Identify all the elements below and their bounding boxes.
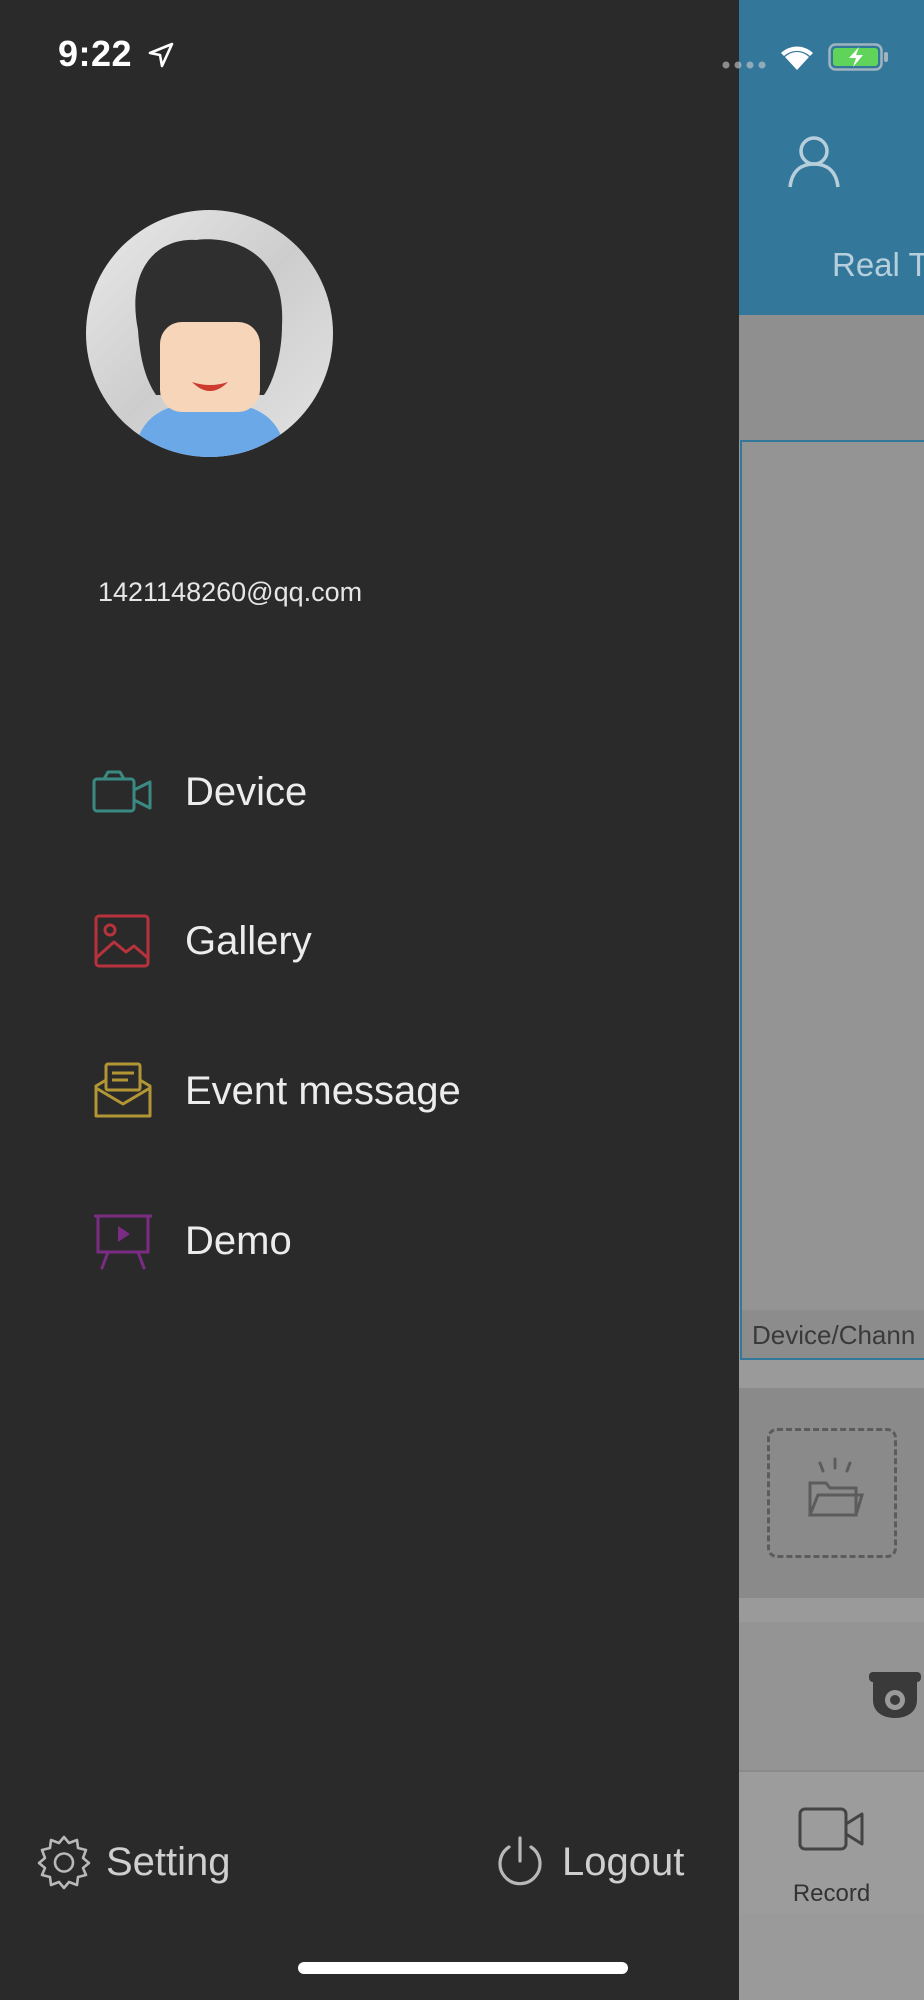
folder-icon xyxy=(807,1457,865,1517)
tab-real-time[interactable]: Real T xyxy=(832,246,924,284)
menu-label-demo: Demo xyxy=(185,1218,292,1263)
video-camera-icon xyxy=(92,770,152,813)
wifi-icon xyxy=(781,46,813,70)
toolbar-strip xyxy=(739,315,924,440)
setting-label: Setting xyxy=(106,1839,231,1884)
setting-button[interactable]: Setting xyxy=(36,1830,231,1894)
background-app: Real T Device/Chann Record xyxy=(739,0,924,2000)
home-indicator[interactable] xyxy=(298,1962,628,1974)
status-time: 9:22 xyxy=(58,33,133,74)
avatar-illustration xyxy=(86,210,333,457)
add-folder-button[interactable] xyxy=(767,1428,897,1558)
power-icon xyxy=(498,1836,542,1886)
channel-label: Device/Chann xyxy=(752,1320,916,1350)
logout-button[interactable]: Logout xyxy=(492,1830,684,1894)
avatar[interactable] xyxy=(86,210,333,457)
menu-label-gallery: Gallery xyxy=(185,918,312,963)
bottom-bar: Record xyxy=(739,1770,924,1914)
menu-item-demo[interactable]: Demo xyxy=(90,1196,650,1286)
menu-item-device[interactable]: Device xyxy=(90,747,650,837)
video-preview[interactable]: Device/Chann xyxy=(740,440,924,1360)
signal-icon xyxy=(722,61,766,69)
control-row xyxy=(739,1622,924,1770)
user-email: 1421148260@qq.com xyxy=(98,577,363,607)
add-device-panel xyxy=(739,1388,924,1598)
dome-camera-icon[interactable] xyxy=(867,1666,923,1722)
image-icon xyxy=(94,914,150,968)
envelope-icon xyxy=(94,1062,152,1118)
presentation-icon xyxy=(94,1214,152,1270)
menu-label-event-message: Event message xyxy=(185,1068,461,1113)
menu-item-gallery[interactable]: Gallery xyxy=(90,896,650,986)
battery-icon xyxy=(828,43,888,71)
record-icon[interactable] xyxy=(797,1802,865,1856)
channel-bar: Device/Chann xyxy=(742,1310,924,1358)
record-label: Record xyxy=(792,1880,871,1907)
menu-label-device: Device xyxy=(185,769,308,814)
menu-item-event-message[interactable]: Event message xyxy=(90,1046,650,1136)
location-arrow-icon xyxy=(148,42,174,68)
gear-icon xyxy=(37,1835,91,1890)
user-icon[interactable] xyxy=(786,132,842,188)
logout-label: Logout xyxy=(562,1839,685,1884)
